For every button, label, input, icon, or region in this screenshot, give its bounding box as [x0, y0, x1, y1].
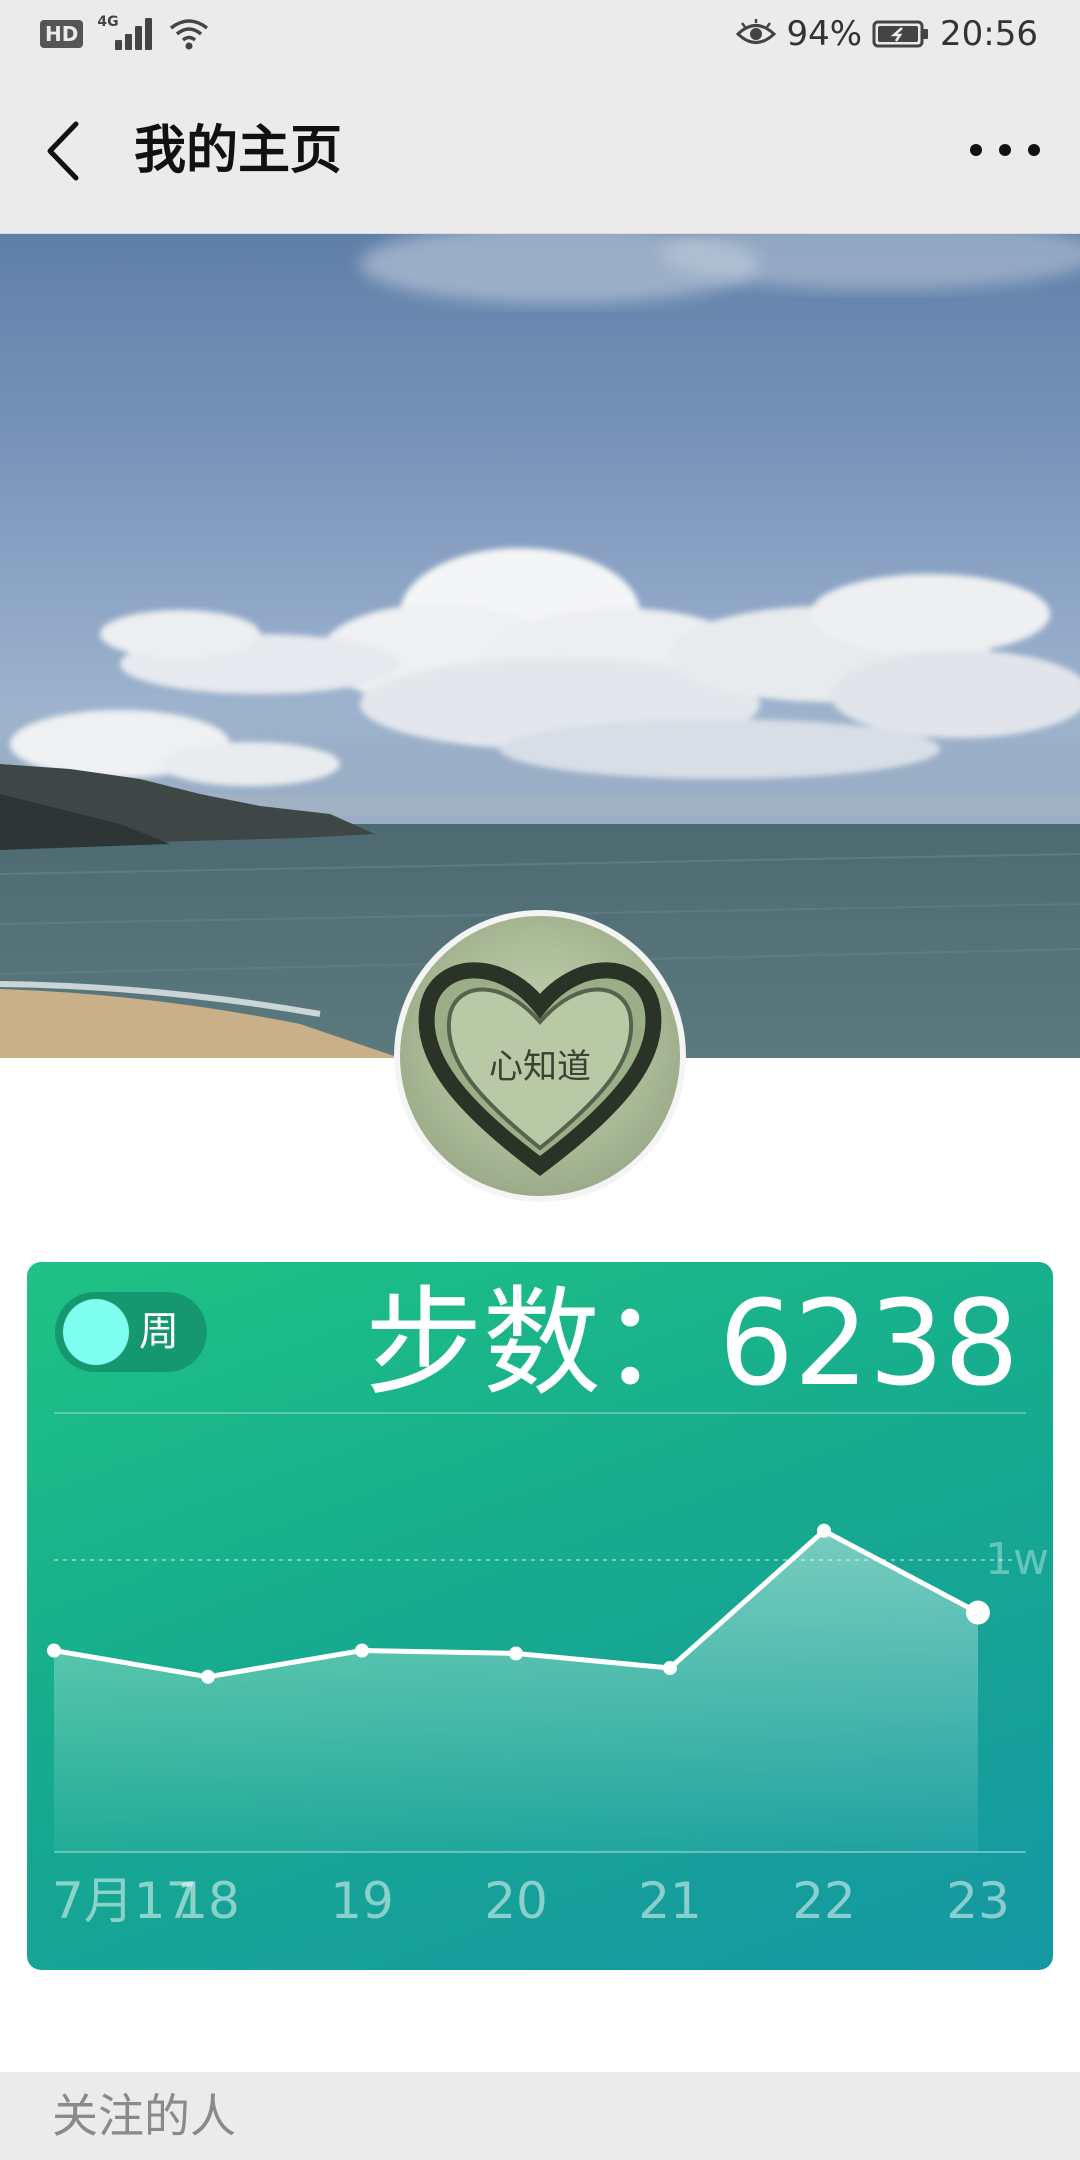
- hd-badge: HD: [40, 20, 84, 48]
- following-label: 关注的人: [52, 2089, 236, 2143]
- more-dots-icon: [970, 144, 982, 156]
- signal-icon: 4G: [97, 14, 155, 52]
- data-point-1: [47, 1643, 61, 1658]
- data-point-4: [509, 1646, 523, 1661]
- battery-percent: 94%: [786, 14, 863, 54]
- x-tick-label-3: 19: [330, 1872, 394, 1930]
- reference-label: 1w: [985, 1534, 1049, 1585]
- data-point-3: [355, 1643, 369, 1658]
- wifi-icon: [170, 19, 209, 50]
- nav-bar: 我的主页: [0, 72, 1080, 234]
- area-fill: [54, 1530, 978, 1852]
- data-point-5: [663, 1661, 677, 1676]
- x-tick-label-2: 18: [176, 1872, 240, 1930]
- x-tick-label-6: 22: [792, 1872, 856, 1930]
- avatar[interactable]: 心知道: [394, 910, 686, 1202]
- x-tick-label-5: 21: [638, 1872, 702, 1930]
- x-tick-label-7: 23: [946, 1872, 1010, 1930]
- status-bar: HD 4G 94% 20:56: [0, 0, 1080, 72]
- network-label: 4G: [97, 14, 119, 30]
- page-title: 我的主页: [134, 121, 343, 181]
- steps-chart: 1w7月1718 19 20 21 22 23: [47, 1523, 1049, 1930]
- eye-icon: [736, 19, 777, 44]
- data-point-6: [817, 1523, 831, 1538]
- clock: 20:56: [940, 14, 1038, 54]
- data-point-7: [966, 1600, 990, 1625]
- steps-card[interactable]: 周 步数：6238 1w 7月17 18 19 20 21 22 23: [27, 1262, 1053, 1970]
- data-point-2: [201, 1669, 215, 1684]
- avatar-caption: 心知道: [489, 1047, 591, 1087]
- following-section[interactable]: 关注的人: [0, 2072, 1080, 2160]
- back-button[interactable]: [40, 116, 90, 186]
- battery-icon: [872, 20, 929, 48]
- more-options-button[interactable]: [970, 130, 1040, 170]
- x-tick-label-4: 20: [484, 1872, 548, 1930]
